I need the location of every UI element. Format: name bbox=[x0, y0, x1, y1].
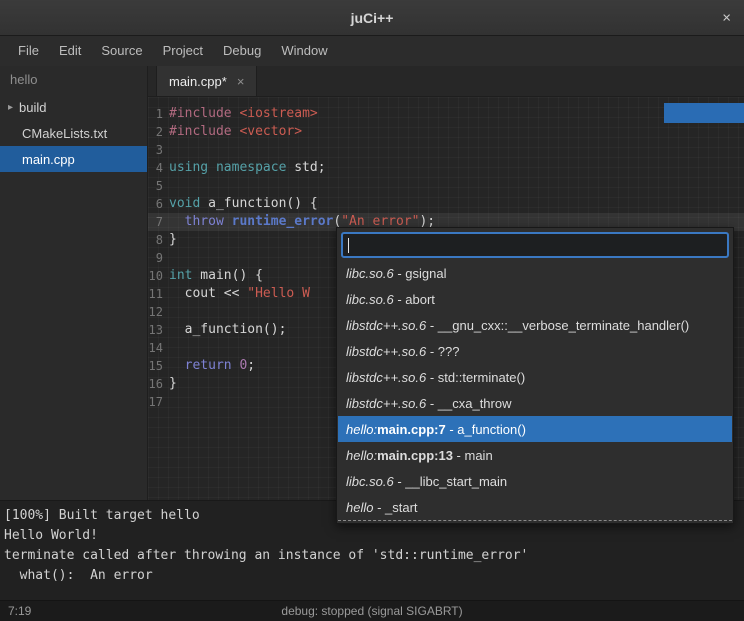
code-line[interactable]: 5 bbox=[148, 177, 744, 195]
tree-item-build[interactable]: ▸ build bbox=[0, 94, 147, 120]
tree-item-label: main.cpp bbox=[22, 152, 75, 167]
line-number: 10 bbox=[148, 267, 169, 285]
code-line[interactable]: 6void a_function() { bbox=[148, 195, 744, 213]
file-tree: ▸ build CMakeLists.txt main.cpp bbox=[0, 94, 147, 172]
line-number: 12 bbox=[148, 303, 169, 321]
scrollbar-thumb[interactable] bbox=[664, 103, 744, 123]
code-text: #include <vector> bbox=[169, 123, 302, 141]
backtrace-item[interactable]: libstdc++.so.6 - ??? bbox=[338, 338, 732, 364]
line-number: 7 bbox=[148, 213, 169, 231]
tab-bar: main.cpp* × bbox=[148, 66, 744, 97]
code-line[interactable]: 2#include <vector> bbox=[148, 123, 744, 141]
line-number: 11 bbox=[148, 285, 169, 303]
tab-label: main.cpp* bbox=[169, 74, 227, 89]
sidebar: hello ▸ build CMakeLists.txt main.cpp bbox=[0, 66, 148, 500]
backtrace-item[interactable]: libstdc++.so.6 - __gnu_cxx::__verbose_te… bbox=[338, 312, 732, 338]
line-number: 15 bbox=[148, 357, 169, 375]
status-bar: 7:19 debug: stopped (signal SIGABRT) bbox=[0, 600, 744, 621]
line-number: 9 bbox=[148, 249, 169, 267]
code-text: int main() { bbox=[169, 267, 263, 285]
backtrace-item[interactable]: libstdc++.so.6 - __cxa_throw bbox=[338, 390, 732, 416]
backtrace-item[interactable]: libc.so.6 - __libc_start_main bbox=[338, 468, 732, 494]
backtrace-popup: libc.so.6 - gsignallibc.so.6 - abortlibs… bbox=[336, 227, 734, 524]
menu-item-project[interactable]: Project bbox=[153, 36, 213, 66]
line-number: 1 bbox=[148, 105, 169, 123]
tree-item-label: CMakeLists.txt bbox=[22, 126, 107, 141]
code-line[interactable]: 1#include <iostream> bbox=[148, 105, 744, 123]
debug-status: debug: stopped (signal SIGABRT) bbox=[0, 604, 744, 618]
tab-main-cpp[interactable]: main.cpp* × bbox=[156, 66, 257, 96]
console-line: Hello World! bbox=[4, 526, 740, 546]
backtrace-item[interactable]: hello:main.cpp:13 - main bbox=[338, 442, 732, 468]
code-text: a_function(); bbox=[169, 321, 286, 339]
code-text: } bbox=[169, 375, 177, 393]
code-text: cout << "Hello W bbox=[169, 285, 310, 303]
code-line[interactable]: 3 bbox=[148, 141, 744, 159]
tree-item-main-cpp[interactable]: main.cpp bbox=[0, 146, 147, 172]
title-bar[interactable]: juCi++ × bbox=[0, 0, 744, 36]
line-number: 17 bbox=[148, 393, 169, 411]
close-icon[interactable]: × bbox=[722, 10, 731, 25]
line-number: 8 bbox=[148, 231, 169, 249]
code-text: } bbox=[169, 231, 177, 249]
menu-item-debug[interactable]: Debug bbox=[213, 36, 271, 66]
line-number: 14 bbox=[148, 339, 169, 357]
backtrace-item[interactable]: hello:main.cpp:7 - a_function() bbox=[338, 416, 732, 442]
backtrace-list: libc.so.6 - gsignallibc.so.6 - abortlibs… bbox=[338, 260, 732, 521]
code-text: void a_function() { bbox=[169, 195, 318, 213]
backtrace-item[interactable]: libc.so.6 - gsignal bbox=[338, 260, 732, 286]
backtrace-item[interactable]: libstdc++.so.6 - std::terminate() bbox=[338, 364, 732, 390]
code-text: #include <iostream> bbox=[169, 105, 318, 123]
code-text: return 0; bbox=[169, 357, 255, 375]
backtrace-item[interactable]: libc.so.6 - abort bbox=[338, 286, 732, 312]
line-number: 2 bbox=[148, 123, 169, 141]
line-number: 16 bbox=[148, 375, 169, 393]
code-text: using namespace std; bbox=[169, 159, 326, 177]
menu-bar: FileEditSourceProjectDebugWindow bbox=[0, 36, 744, 66]
chevron-right-icon: ▸ bbox=[8, 102, 13, 113]
menu-item-source[interactable]: Source bbox=[91, 36, 152, 66]
console-line: what(): An error bbox=[4, 566, 740, 586]
line-number: 5 bbox=[148, 177, 169, 195]
menu-item-edit[interactable]: Edit bbox=[49, 36, 91, 66]
line-number: 3 bbox=[148, 141, 169, 159]
window-title: juCi++ bbox=[351, 10, 394, 26]
tree-item-cmakelists-txt[interactable]: CMakeLists.txt bbox=[0, 120, 147, 146]
tab-close-icon[interactable]: × bbox=[237, 74, 245, 89]
menu-item-file[interactable]: File bbox=[8, 36, 49, 66]
tree-item-label: build bbox=[19, 100, 46, 115]
project-name[interactable]: hello bbox=[0, 66, 147, 94]
code-line[interactable]: 4using namespace std; bbox=[148, 159, 744, 177]
line-number: 13 bbox=[148, 321, 169, 339]
app-window: juCi++ × FileEditSourceProjectDebugWindo… bbox=[0, 0, 744, 621]
menu-item-window[interactable]: Window bbox=[271, 36, 337, 66]
backtrace-item[interactable]: hello - _start bbox=[338, 494, 732, 520]
console-line: terminate called after throwing an insta… bbox=[4, 546, 740, 566]
search-box bbox=[341, 232, 729, 258]
backtrace-search-input[interactable] bbox=[349, 238, 722, 253]
line-number: 4 bbox=[148, 159, 169, 177]
line-number: 6 bbox=[148, 195, 169, 213]
